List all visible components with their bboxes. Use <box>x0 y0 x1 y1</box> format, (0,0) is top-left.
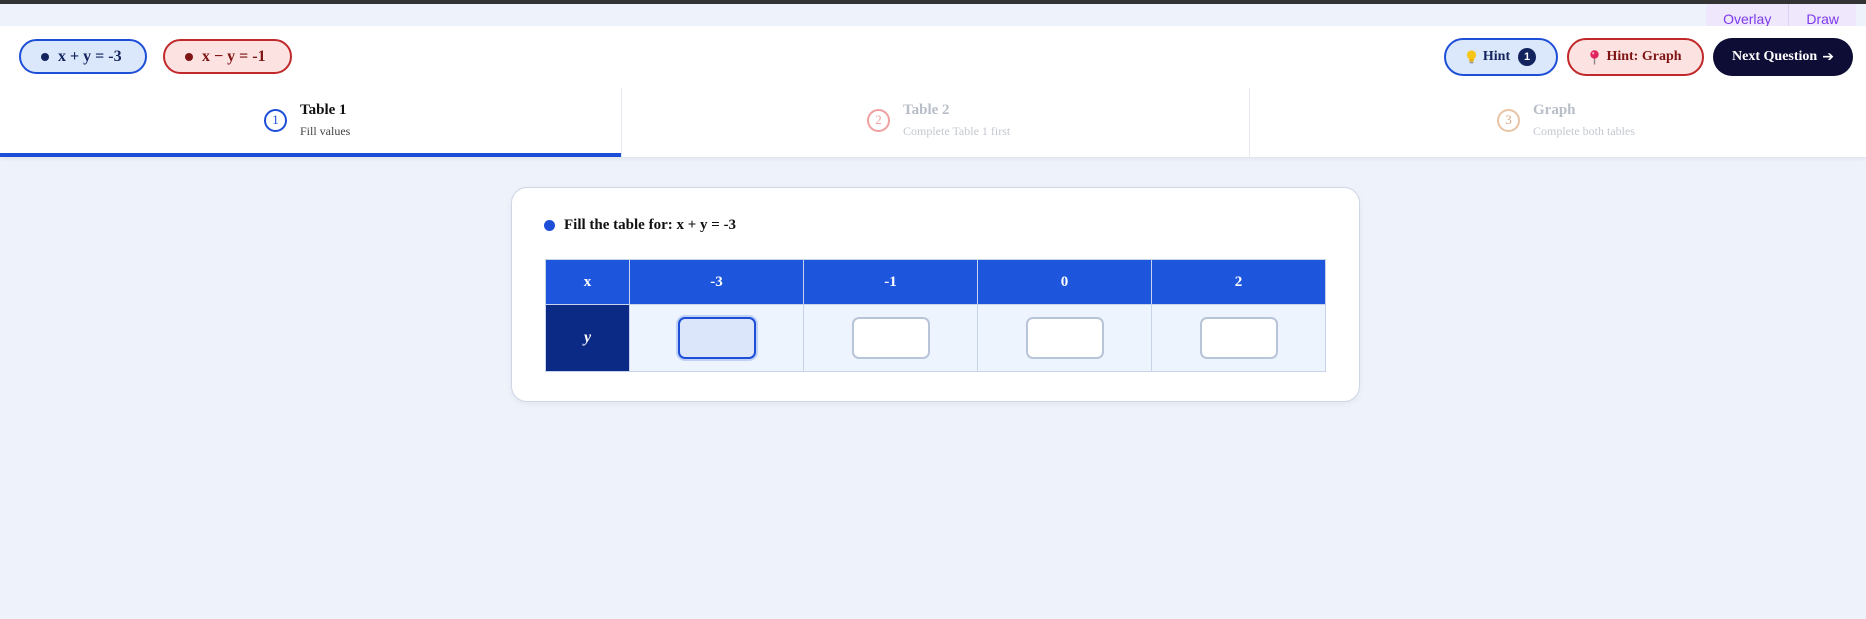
y-value-cell <box>629 304 804 372</box>
step-subtitle: Complete both tables <box>1533 124 1635 138</box>
step-number: 3 <box>1497 108 1520 132</box>
x-value-cell: 0 <box>977 259 1152 305</box>
bullet-icon <box>41 52 49 61</box>
tab-graph[interactable]: 3 Graph Complete both tables <box>1249 88 1866 157</box>
x-header: x <box>545 259 630 305</box>
step-title: Graph <box>1533 102 1576 118</box>
step-subtitle: Fill values <box>300 124 351 138</box>
equation-pill-1[interactable]: x + y = -3 <box>19 39 147 74</box>
y-input-1[interactable] <box>677 317 756 359</box>
bullet-icon <box>544 220 555 231</box>
step-tabs: 1 Table 1 Fill values 2 Table 2 Complete… <box>0 88 1866 157</box>
x-value-cell: -1 <box>803 259 978 305</box>
step-title: Table 2 <box>903 102 950 118</box>
arrow-right-icon: ➔ <box>1822 49 1834 65</box>
x-value-cell: -3 <box>629 259 804 305</box>
hint-label: Hint <box>1482 49 1511 64</box>
next-question-button[interactable]: Next Question ➔ <box>1713 38 1853 76</box>
y-value-cell <box>803 304 978 372</box>
pushpin-icon <box>1590 49 1600 64</box>
value-table: x -3 -1 0 2 y <box>545 259 1326 372</box>
equation-label: x − y = -1 <box>202 47 266 65</box>
y-input-3[interactable] <box>1025 317 1104 359</box>
card-title: Fill the table for: x + y = -3 <box>544 217 736 234</box>
hint-graph-label: Hint: Graph <box>1606 49 1682 64</box>
y-input-2[interactable] <box>851 317 930 359</box>
hint-count-badge: 1 <box>1518 48 1537 66</box>
table-card: Fill the table for: x + y = -3 x -3 -1 0… <box>511 187 1360 402</box>
step-number: 1 <box>264 108 287 132</box>
next-question-label: Next Question <box>1732 49 1818 64</box>
equation-pill-2[interactable]: x − y = -1 <box>163 39 292 74</box>
step-number: 2 <box>867 108 890 132</box>
window-top-bar <box>0 0 1866 4</box>
y-header: y <box>545 304 630 372</box>
x-row: x -3 -1 0 2 <box>545 259 1326 305</box>
card-title-text: Fill the table for: x + y = -3 <box>564 217 737 233</box>
y-value-cell <box>1151 304 1326 372</box>
header-bar: x + y = -3 x − y = -1 Hint 1 Hint: Graph… <box>0 26 1866 89</box>
hint-graph-button[interactable]: Hint: Graph <box>1567 38 1704 76</box>
x-value-cell: 2 <box>1151 259 1326 305</box>
bullet-icon <box>185 52 193 61</box>
step-title: Table 1 <box>300 102 347 118</box>
step-subtitle: Complete Table 1 first <box>903 124 1011 138</box>
y-row: y <box>545 304 1326 372</box>
y-input-4[interactable] <box>1199 317 1278 359</box>
y-value-cell <box>977 304 1152 372</box>
hint-button[interactable]: Hint 1 <box>1444 38 1558 76</box>
equation-label: x + y = -3 <box>58 47 122 65</box>
lightbulb-icon <box>1466 50 1476 64</box>
tab-table-1[interactable]: 1 Table 1 Fill values <box>0 88 621 157</box>
tab-table-2[interactable]: 2 Table 2 Complete Table 1 first <box>621 88 1249 157</box>
